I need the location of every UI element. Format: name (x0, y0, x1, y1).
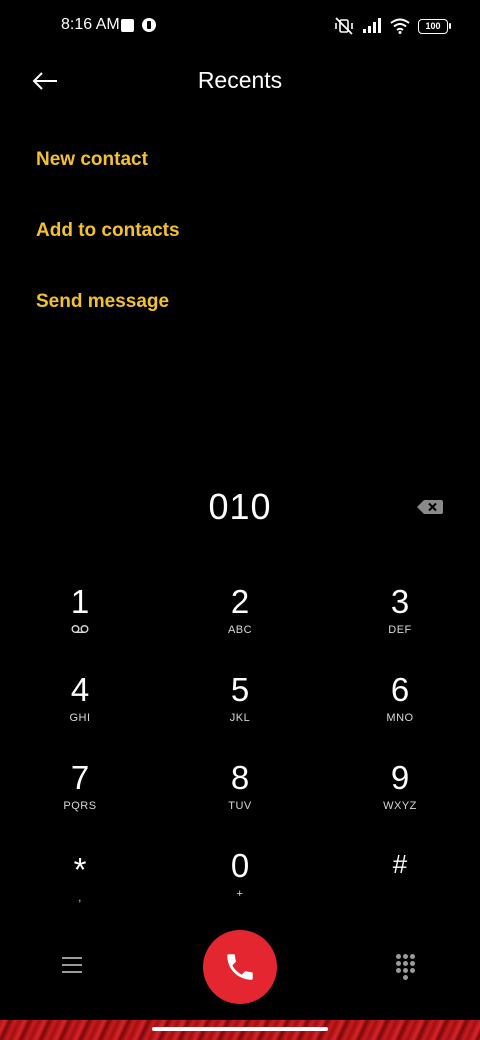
signal-icon (363, 18, 381, 33)
menu-button[interactable] (62, 957, 84, 975)
vibrate-off-icon (335, 17, 353, 35)
call-button[interactable] (203, 930, 277, 1004)
key-letters: MNO (386, 712, 414, 724)
key-2[interactable]: 2 ABC (180, 583, 300, 663)
page-title: Recents (197, 67, 283, 93)
key-letters: ABC (227, 624, 253, 636)
status-time: 8:16 AM (61, 16, 120, 33)
app-notification-icon (142, 18, 156, 32)
key-4[interactable]: 4 GHI (20, 671, 140, 751)
key-3[interactable]: 3 DEF (340, 583, 460, 663)
key-digit: 2 (230, 583, 250, 620)
key-digit: 4 (70, 671, 90, 708)
key-letters: DEF (388, 624, 412, 636)
send-message-action[interactable]: Send message (36, 291, 169, 313)
status-bar: 8:16 AM 100 (0, 0, 480, 56)
key-letters (340, 886, 460, 900)
key-8[interactable]: 8 TUV (180, 759, 300, 839)
key-digit: 1 (70, 583, 90, 620)
key-digit: 6 (390, 671, 410, 708)
key-digit: 3 (390, 583, 410, 620)
key-6[interactable]: 6 MNO (340, 671, 460, 751)
status-right-icons: 100 (334, 17, 451, 35)
voicemail-icon (20, 624, 140, 638)
key-1[interactable]: 1 (20, 583, 140, 663)
key-letters: , (78, 892, 82, 904)
key-9[interactable]: 9 WXYZ (340, 759, 460, 839)
key-letters: WXYZ (383, 800, 417, 812)
backspace-icon (417, 500, 443, 514)
phone-icon (227, 954, 253, 980)
key-digit: 0 (230, 847, 250, 884)
add-to-contacts-action[interactable]: Add to contacts (36, 220, 180, 242)
gesture-nav-handle[interactable] (152, 1027, 328, 1031)
key-letters: GHI (69, 712, 91, 724)
key-digit: 8 (230, 759, 250, 796)
key-digit: 5 (230, 671, 250, 708)
key-5[interactable]: 5 JKL (180, 671, 300, 751)
key-letters: JKL (229, 712, 251, 724)
screenshot-icon (121, 18, 134, 32)
key-0[interactable]: 0 + (180, 847, 300, 927)
key-digit: 7 (70, 759, 90, 796)
key-letters: PQRS (63, 800, 97, 812)
status-left-icons (121, 18, 156, 32)
key-letters: + (236, 888, 244, 900)
backspace-button[interactable] (416, 497, 444, 517)
key-hash[interactable]: # (340, 845, 460, 925)
battery-icon: 100 (418, 18, 451, 34)
key-digit: 9 (390, 759, 410, 796)
dialpad-toggle-button[interactable] (396, 954, 418, 980)
key-digit: # (392, 849, 408, 879)
key-digit: * (73, 851, 87, 888)
dialed-number: 010 (208, 486, 272, 527)
new-contact-action[interactable]: New contact (36, 149, 148, 171)
bottom-bar (0, 930, 480, 1006)
wifi-icon (390, 18, 410, 34)
app-header: Recents (0, 56, 480, 108)
key-star[interactable]: * , (20, 851, 140, 931)
key-7[interactable]: 7 PQRS (20, 759, 140, 839)
key-letters: TUV (228, 800, 252, 812)
